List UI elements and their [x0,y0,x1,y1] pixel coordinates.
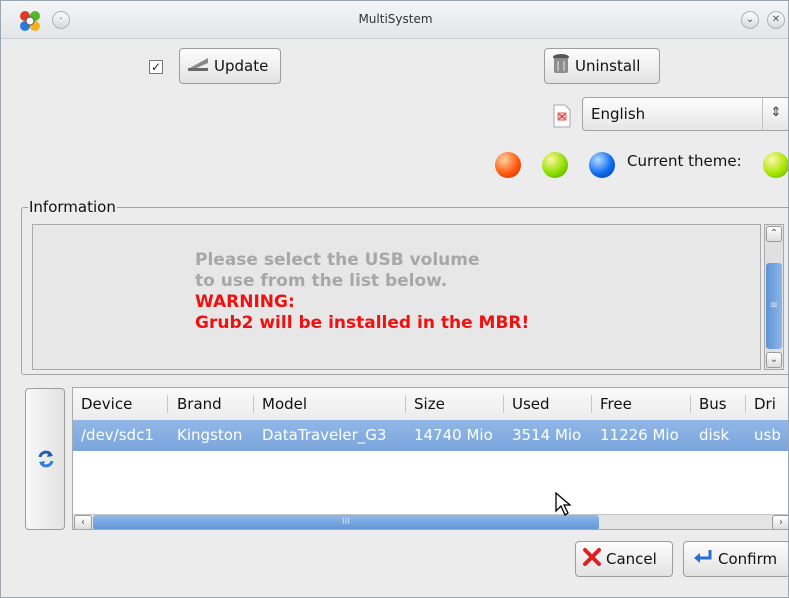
uninstall-label: Uninstall [575,57,641,75]
cell-device: /dev/sdc1 [81,426,154,444]
theme-blue-button[interactable] [589,152,615,178]
update-icon [186,54,210,78]
multisystem-window: · MultiSystem ⌄ ✕ ✓ Update Uninstall Eng… [0,0,789,598]
mouse-pointer-icon [555,491,572,516]
information-legend: Information [29,198,116,216]
column-header-model[interactable]: Model [262,395,307,413]
confirm-label: Confirm [718,550,778,568]
column-header-driver[interactable]: Dri [754,395,776,413]
update-button[interactable]: Update [179,48,281,84]
column-header-free[interactable]: Free [600,395,632,413]
refresh-button[interactable] [25,388,65,530]
language-file-icon [553,104,571,128]
current-theme-indicator [763,152,788,178]
table-horizontal-scrollbar[interactable]: ‹ III › [73,514,788,529]
cancel-x-icon [582,547,602,571]
info-line-1: Please select the USB volume [195,250,480,270]
column-header-bus[interactable]: Bus [699,395,727,413]
window-title: MultiSystem [358,12,433,26]
warning-title: WARNING: [195,292,295,312]
cell-driver: usb [754,426,781,444]
theme-green-button[interactable] [542,152,568,178]
warning-text: Grub2 will be installed in the MBR! [195,313,530,333]
column-header-brand[interactable]: Brand [177,395,222,413]
column-divider [405,395,406,413]
cell-free: 11226 Mio [600,426,679,444]
column-divider [745,395,746,413]
update-checkbox[interactable]: ✓ [149,60,163,74]
information-vertical-scrollbar[interactable]: ⌃ ≡ ⌄ [764,224,784,370]
uninstall-button[interactable]: Uninstall [544,48,660,84]
table-header: Device Brand Model Size Used Free Bus Dr… [73,388,788,421]
cell-size: 14740 Mio [414,426,493,444]
cancel-label: Cancel [606,550,657,568]
language-selected-value: English [591,105,646,123]
scroll-left-icon[interactable]: ‹ [74,515,92,529]
theme-red-button[interactable] [495,152,521,178]
scroll-up-icon[interactable]: ⌃ [766,226,782,242]
trash-icon [551,53,571,79]
info-line-2: to use from the list below. [195,271,448,291]
column-divider [167,395,168,413]
information-text-area: Please select the USB volume to use from… [32,224,761,370]
device-table: Device Brand Model Size Used Free Bus Dr… [72,387,788,530]
minimize-button[interactable]: ⌄ [741,11,759,29]
close-button[interactable]: ✕ [767,11,785,29]
column-divider [503,395,504,413]
update-label: Update [214,57,269,75]
cell-model: DataTraveler_G3 [262,426,387,444]
scroll-right-icon[interactable]: › [772,515,788,529]
column-header-device[interactable]: Device [81,395,132,413]
column-header-size[interactable]: Size [414,395,445,413]
column-divider [253,395,254,413]
column-divider [591,395,592,413]
current-theme-label: Current theme: [627,152,742,170]
table-row[interactable]: /dev/sdc1 Kingston DataTraveler_G3 14740… [73,420,788,451]
cell-brand: Kingston [177,426,243,444]
column-header-used[interactable]: Used [512,395,550,413]
select-arrows-icon: ⇕ [762,98,788,130]
horizontal-scroll-thumb[interactable]: III [93,515,599,529]
refresh-icon [38,450,54,468]
column-divider [690,395,691,413]
title-bar[interactable]: · MultiSystem ⌄ ✕ [1,1,788,39]
cell-bus: disk [699,426,730,444]
confirm-enter-icon [690,547,714,571]
vertical-scroll-thumb[interactable]: ≡ [766,263,782,349]
language-select[interactable]: English ⇕ [582,97,788,131]
cell-used: 3514 Mio [512,426,582,444]
cancel-button[interactable]: Cancel [575,541,673,577]
scroll-down-icon[interactable]: ⌄ [766,352,782,368]
confirm-button[interactable]: Confirm [683,541,788,577]
